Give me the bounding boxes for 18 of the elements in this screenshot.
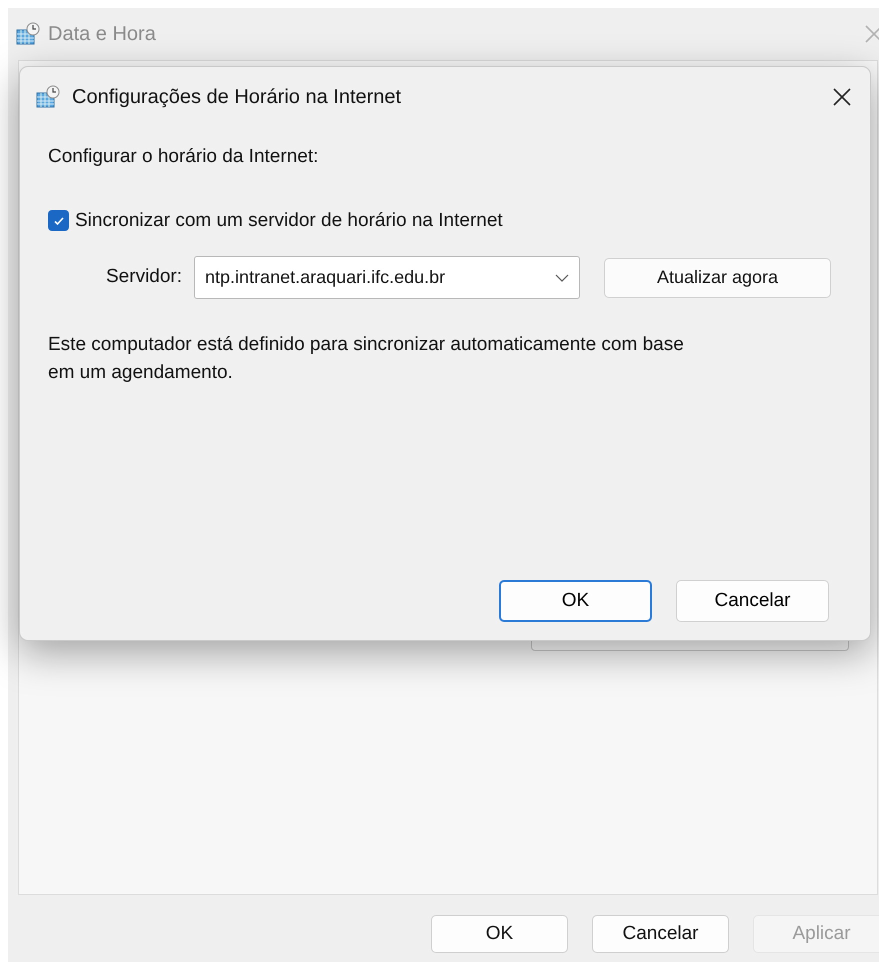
checkbox[interactable] [48,210,69,232]
calendar-clock-icon [16,22,40,46]
server-dropdown[interactable]: ntp.intranet.araquari.ifc.edu.br [194,256,580,299]
checkbox-label: Sincronizar com um servidor de horário na Internet [75,208,503,232]
dialog-button[interactable]: OK [431,915,568,953]
dialog-button[interactable]: Cancelar [592,915,729,953]
window-title: Data e Hora [48,22,156,47]
chevron-down-icon [555,272,570,282]
update-now-button[interactable]: Atualizar agora [604,258,832,298]
close-icon[interactable] [832,87,852,107]
dropdown-value: ntp.intranet.araquari.ifc.edu.br [205,266,446,289]
dialog-button[interactable]: OK [499,580,652,622]
section-heading: Configurar o horário da Internet: [48,145,320,169]
dialog-title: Configurações de Horário na Internet [72,85,402,110]
server-label: Servidor: [106,265,182,290]
status-message: Este computador está definido para sincronizar automaticamente com base em um agendamento. [48,333,685,385]
dialog-button[interactable]: Cancelar [676,580,829,622]
calendar-clock-icon [36,85,60,109]
